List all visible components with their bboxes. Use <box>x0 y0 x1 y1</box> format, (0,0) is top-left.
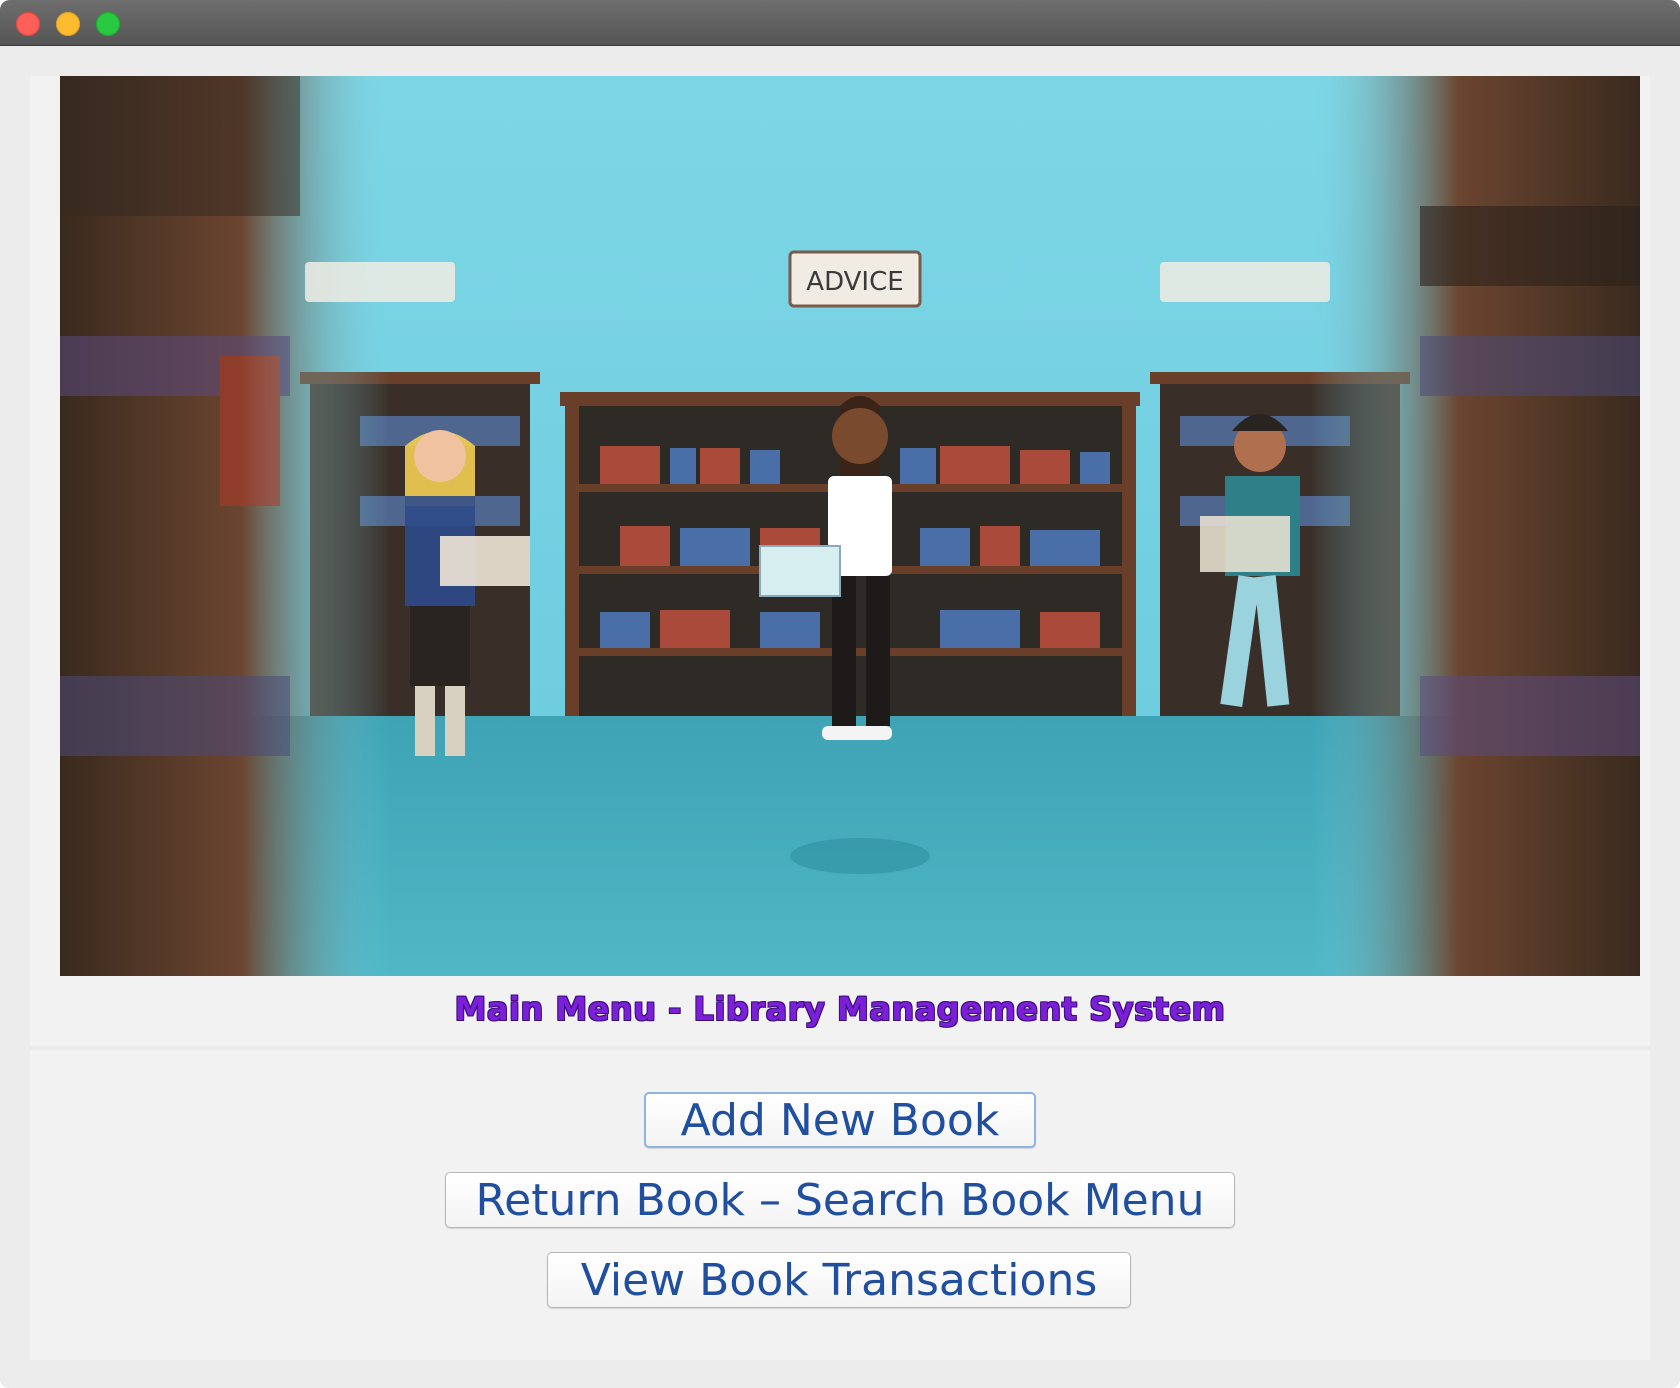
menu-button-panel: Add New Book Return Book – Search Book M… <box>30 1050 1650 1360</box>
view-book-transactions-button[interactable]: View Book Transactions <box>547 1252 1131 1308</box>
return-book-search-button[interactable]: Return Book – Search Book Menu <box>445 1172 1235 1228</box>
title-bar[interactable] <box>0 0 1680 46</box>
main-content: ADVICE Main Menu - Library Management Sy… <box>0 46 1680 1388</box>
add-new-book-button[interactable]: Add New Book <box>644 1092 1036 1148</box>
close-icon[interactable] <box>16 12 40 36</box>
minimize-icon[interactable] <box>56 12 80 36</box>
app-window: ADVICE Main Menu - Library Management Sy… <box>0 0 1680 1388</box>
page-title: Main Menu - Library Management System <box>454 990 1226 1028</box>
header-panel: ADVICE Main Menu - Library Management Sy… <box>30 76 1650 1046</box>
zoom-icon[interactable] <box>96 12 120 36</box>
library-illustration: ADVICE <box>60 76 1640 976</box>
library-scene-image: ADVICE <box>60 76 1640 976</box>
advice-sign: ADVICE <box>806 267 903 297</box>
